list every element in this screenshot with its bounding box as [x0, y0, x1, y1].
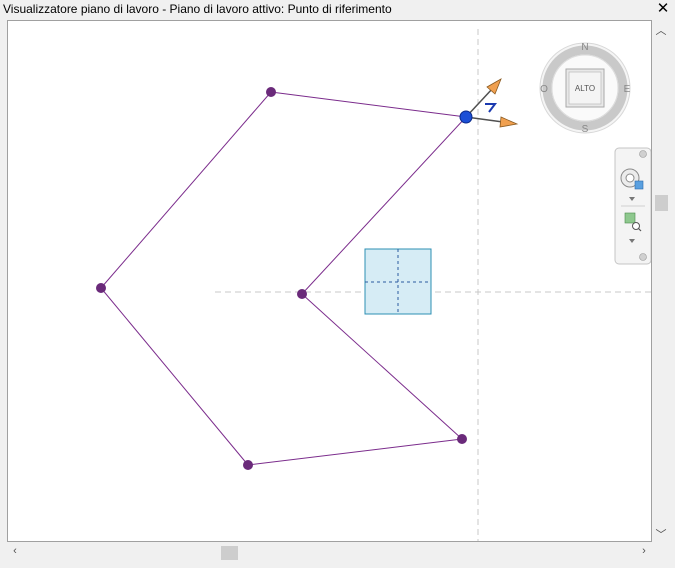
options-icon[interactable]	[639, 253, 647, 261]
horizontal-scrollbar[interactable]: ‹ ›	[7, 544, 652, 561]
chevron-down-icon[interactable]: ﹀	[653, 526, 669, 542]
vertical-scroll-thumb[interactable]	[655, 195, 668, 211]
compass-north[interactable]: N	[581, 42, 588, 53]
workplane-symbol-icon	[485, 103, 497, 113]
window-title: Visualizzatore piano di lavoro - Piano d…	[3, 2, 392, 16]
horizontal-scroll-thumb[interactable]	[221, 546, 238, 560]
sketch-line[interactable]	[100, 287, 249, 466]
compass-west[interactable]: O	[540, 84, 548, 95]
sketch-line[interactable]	[100, 91, 272, 289]
navigation-bar	[614, 147, 651, 265]
viewcube[interactable]: ALTO N S E O	[539, 42, 631, 135]
sketch-vertex[interactable]	[297, 289, 307, 299]
close-icon[interactable]	[639, 150, 647, 158]
viewcube-face-label[interactable]: ALTO	[575, 84, 595, 93]
sketch-vertex[interactable]	[243, 460, 253, 470]
sketch-vertex[interactable]	[457, 434, 467, 444]
sketch-line[interactable]	[301, 293, 463, 440]
chevron-up-icon[interactable]: ︿	[653, 22, 669, 38]
drawing-area[interactable]: ALTO N S E O	[8, 21, 652, 542]
compass-east[interactable]: E	[624, 84, 631, 95]
title-bar: Visualizzatore piano di lavoro - Piano d…	[0, 0, 675, 20]
sketch-vertex[interactable]	[96, 283, 106, 293]
chevron-right-icon[interactable]: ›	[636, 545, 652, 557]
sketch-vertex[interactable]	[266, 87, 276, 97]
sketch-line[interactable]	[247, 438, 463, 466]
compass-south[interactable]: S	[582, 124, 589, 135]
close-icon[interactable]: ✕	[655, 1, 671, 17]
x-axis-arrow-icon[interactable]	[499, 116, 519, 128]
sketch-line[interactable]	[270, 91, 467, 118]
workplane-viewer-canvas[interactable]: ALTO N S E O	[7, 20, 652, 542]
chevron-left-icon[interactable]: ‹	[7, 545, 23, 557]
vertical-scrollbar[interactable]: ︿ ﹀	[653, 20, 669, 543]
workplane-rectangle[interactable]	[364, 248, 432, 315]
reference-point-gizmo[interactable]	[459, 78, 519, 128]
active-reference-point[interactable]	[459, 110, 473, 124]
scrollbar-corner	[653, 544, 669, 561]
